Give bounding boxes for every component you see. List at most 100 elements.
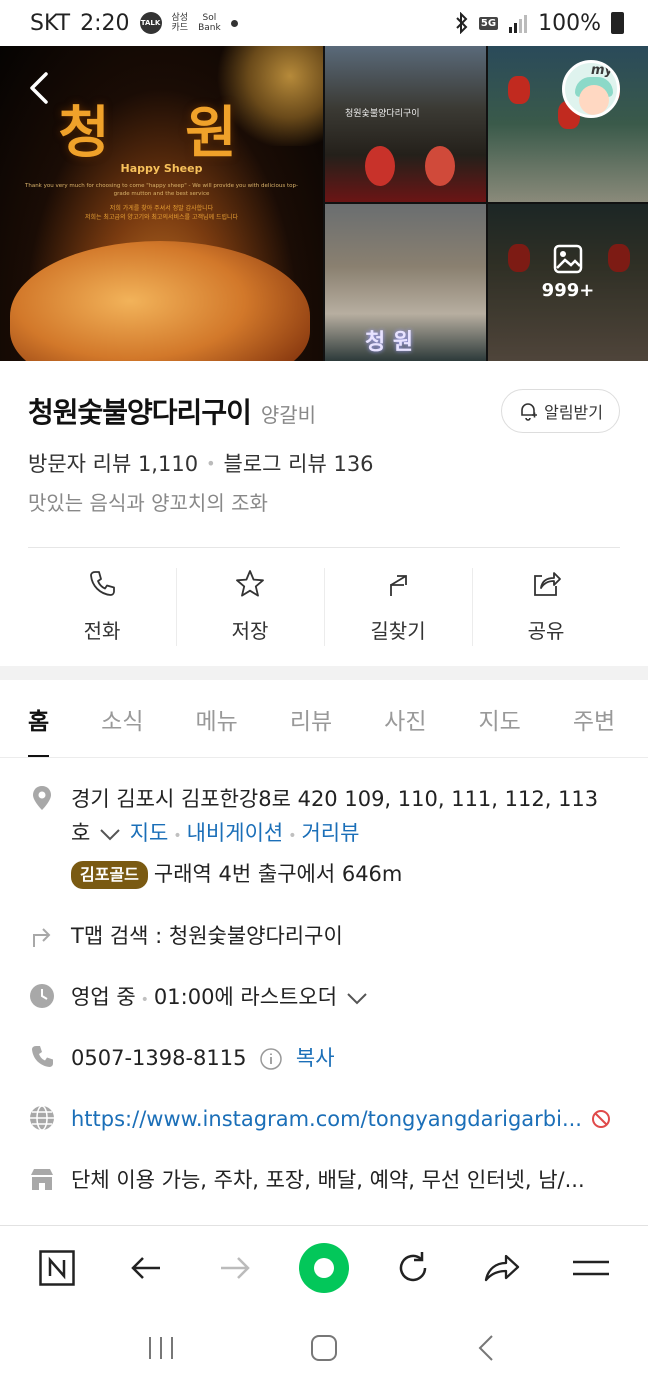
samsung-card-icon: 삼성 카드 bbox=[171, 13, 189, 33]
share-icon bbox=[534, 572, 561, 596]
bluetooth-icon bbox=[456, 12, 468, 34]
tab-news[interactable]: 소식 bbox=[101, 680, 143, 757]
tab-reviews[interactable]: 리뷰 bbox=[290, 680, 332, 757]
chevron-down-icon[interactable] bbox=[97, 824, 123, 844]
photo-more[interactable]: 999+ bbox=[488, 204, 648, 361]
carrier-label: SKT bbox=[30, 10, 71, 36]
flower-decor bbox=[425, 146, 455, 186]
share-page-button[interactable] bbox=[472, 1238, 532, 1298]
place-description: 맛있는 음식과 양꼬치의 조화 bbox=[28, 491, 268, 515]
star-icon bbox=[236, 570, 264, 597]
blocked-icon bbox=[591, 1110, 610, 1128]
separator-dot: • bbox=[288, 828, 297, 844]
bell-plus-icon bbox=[521, 403, 538, 421]
call-button[interactable]: 전화 bbox=[28, 568, 176, 646]
reload-icon bbox=[399, 1251, 427, 1281]
directions-icon bbox=[390, 575, 407, 596]
recent-apps-icon bbox=[149, 1336, 174, 1359]
tmap-search-text: T맵 검색 : 청원숯불양다리구이 bbox=[71, 924, 343, 948]
place-category: 양갈비 bbox=[260, 402, 317, 427]
phone-number[interactable]: 0507-1398-8115 bbox=[71, 1046, 247, 1070]
lantern-decor bbox=[508, 76, 530, 104]
notification-dot-icon bbox=[230, 19, 238, 27]
tab-nearby[interactable]: 주변 bbox=[573, 680, 615, 757]
visitor-reviews-link[interactable]: 방문자 리뷰 1,110 bbox=[28, 448, 198, 478]
avatar-face bbox=[579, 85, 609, 115]
map-link[interactable]: 지도 bbox=[130, 821, 169, 845]
system-navigation-bar bbox=[0, 1309, 648, 1390]
tab-menu[interactable]: 메뉴 bbox=[196, 680, 238, 757]
tmap-item[interactable]: T맵 검색 : 청원숯불양다리구이 bbox=[28, 919, 620, 953]
address-line1: 경기 김포시 김포한강8로 420 109, 110, 111, 112, 11… bbox=[71, 787, 599, 811]
phone-item: 0507-1398-8115 복사 bbox=[28, 1041, 620, 1075]
naver-home-button[interactable] bbox=[27, 1238, 87, 1298]
photo-count: 999+ bbox=[541, 280, 595, 301]
my-profile-avatar[interactable]: my bbox=[562, 60, 620, 118]
photo-interior-2[interactable]: 청 원 bbox=[325, 204, 486, 361]
storefront-sign: 청원숯불양다리구이 bbox=[345, 109, 420, 119]
green-dot-icon bbox=[298, 1242, 349, 1293]
signal-icon bbox=[509, 15, 528, 33]
separator-dot: • bbox=[173, 828, 182, 844]
status-bar: SKT 2:20 TALK 삼성 카드 Sol Bank 5G 100% bbox=[0, 0, 648, 46]
share-button[interactable]: 공유 bbox=[472, 568, 620, 646]
place-name: 청원숯불양다리구이 bbox=[28, 396, 252, 429]
directions-label: 길찾기 bbox=[370, 619, 426, 643]
review-counts: 방문자 리뷰 1,110 • 블로그 리뷰 136 bbox=[28, 448, 374, 478]
share-label: 공유 bbox=[527, 619, 565, 643]
network-label: 5G bbox=[478, 16, 499, 30]
home-square-icon bbox=[310, 1334, 337, 1361]
battery-icon bbox=[611, 12, 624, 34]
flower-decor bbox=[365, 146, 395, 186]
tab-home[interactable]: 홈 bbox=[28, 680, 50, 757]
info-icon[interactable] bbox=[259, 1047, 283, 1071]
image-icon bbox=[553, 244, 583, 274]
my-label: my bbox=[590, 63, 613, 78]
back-button[interactable] bbox=[20, 68, 60, 108]
turn-arrow-icon bbox=[33, 928, 51, 947]
menu-button[interactable] bbox=[561, 1238, 621, 1298]
section-divider bbox=[0, 666, 648, 680]
navigation-link[interactable]: 내비게이션 bbox=[187, 821, 284, 845]
separator-dot: • bbox=[206, 453, 216, 473]
photo-storefront[interactable]: 청원숯불양다리구이 bbox=[325, 46, 486, 202]
place-title-row: 청원숯불양다리구이 양갈비 알림받기 bbox=[28, 388, 620, 434]
reload-button[interactable] bbox=[383, 1238, 443, 1298]
address-line2: 호 bbox=[71, 821, 91, 845]
blog-reviews-link[interactable]: 블로그 리뷰 136 bbox=[224, 448, 374, 478]
action-bar: 전화 저장 길찾기 공유 bbox=[28, 568, 620, 646]
website-item: https://www.instagram.com/tongyangdariga… bbox=[28, 1102, 620, 1136]
tab-map[interactable]: 지도 bbox=[478, 680, 520, 757]
green-dot-button[interactable] bbox=[294, 1238, 354, 1298]
website-link[interactable]: https://www.instagram.com/tongyangdariga… bbox=[71, 1102, 582, 1136]
browser-forward-button[interactable] bbox=[205, 1238, 265, 1298]
photo-gallery: 청 원 Happy Sheep Thank you very much for … bbox=[0, 46, 648, 361]
hours-status: 영업 중 bbox=[71, 985, 136, 1009]
battery-percent: 100% bbox=[538, 10, 601, 36]
browser-toolbar bbox=[0, 1225, 648, 1309]
chevron-down-icon[interactable] bbox=[344, 988, 370, 1008]
share-arrow-icon bbox=[485, 1254, 520, 1281]
subway-line-badge: 김포골드 bbox=[71, 861, 148, 889]
copy-button[interactable]: 복사 bbox=[296, 1046, 335, 1070]
recent-apps-button[interactable] bbox=[146, 1334, 176, 1366]
home-button[interactable] bbox=[309, 1333, 339, 1367]
hours-item[interactable]: 영업 중 • 01:00에 라스트오더 bbox=[28, 980, 620, 1017]
photo-more-count: 999+ bbox=[488, 244, 648, 301]
hours-detail: 01:00에 라스트오더 bbox=[153, 985, 338, 1009]
address-item: 경기 김포시 김포한강8로 420 109, 110, 111, 112, 11… bbox=[28, 782, 620, 891]
tab-photos[interactable]: 사진 bbox=[384, 680, 426, 757]
browser-back-button[interactable] bbox=[116, 1238, 176, 1298]
tab-bar: 홈 소식 메뉴 리뷰 사진 지도 주변 bbox=[0, 680, 648, 758]
directions-button[interactable]: 길찾기 bbox=[324, 568, 472, 646]
separator-dot: • bbox=[140, 992, 149, 1008]
system-back-button[interactable] bbox=[472, 1333, 502, 1367]
chevron-left-icon bbox=[30, 72, 48, 104]
save-button[interactable]: 저장 bbox=[176, 568, 324, 646]
street-view-link[interactable]: 거리뷰 bbox=[301, 821, 359, 845]
amenities-item[interactable]: 단체 이용 가능, 주차, 포장, 배달, 예약, 무선 인터넷, 남/... bbox=[28, 1163, 620, 1197]
photo-note: 저희 가게를 찾아 주셔서 정말 감사합니다 저희는 최고급의 양고기와 최고의… bbox=[84, 205, 239, 221]
alarm-button[interactable]: 알림받기 bbox=[501, 389, 620, 433]
phone-icon bbox=[90, 571, 115, 596]
phone-icon bbox=[32, 1046, 53, 1067]
